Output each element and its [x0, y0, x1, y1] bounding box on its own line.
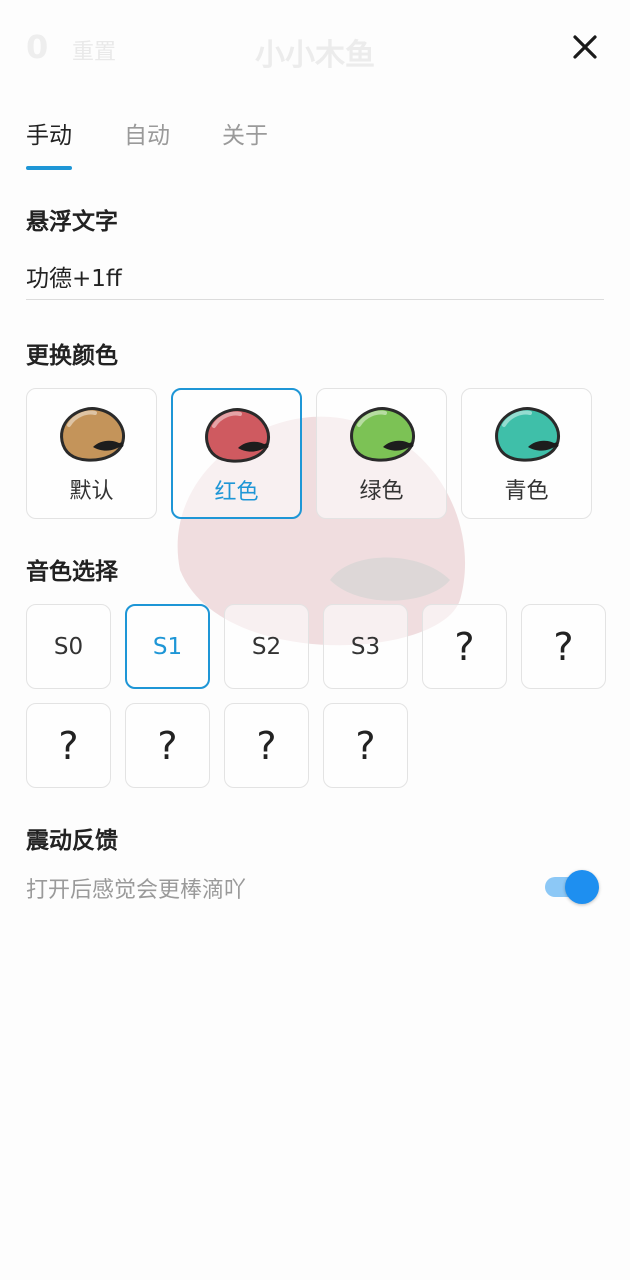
tab-about[interactable]: 关于 — [222, 116, 268, 150]
sound-option-button[interactable]: ? — [521, 604, 606, 689]
sound-options: S0 S1 S2 S3?????? — [26, 604, 616, 788]
wooden-fish-icon — [204, 408, 270, 463]
sound-option-button[interactable]: ? — [323, 703, 408, 788]
color-section-title: 更换颜色 — [26, 343, 118, 369]
sound-section-title: 音色选择 — [26, 559, 118, 585]
close-icon — [573, 35, 597, 59]
sound-option-button[interactable]: ? — [125, 703, 210, 788]
vibration-description: 打开后感觉会更棒滴吖 — [26, 878, 247, 903]
close-button[interactable] — [566, 28, 604, 66]
sound-option-button[interactable]: ? — [26, 703, 111, 788]
toggle-knob — [565, 870, 599, 904]
tab-about-label: 关于 — [222, 123, 268, 149]
sound-option-button[interactable]: S3 — [323, 604, 408, 689]
sound-option-button[interactable]: S2 — [224, 604, 309, 689]
vibration-toggle[interactable] — [545, 869, 599, 905]
settings-panel: 0 重置 小小木鱼 手动 自动 关于 悬浮文字 更换颜色 默认 红色 绿色 青色 音色… — [0, 0, 630, 1280]
color-option-label: 默认 — [69, 479, 114, 504]
color-option-label: 红色 — [214, 480, 259, 505]
sound-option-button[interactable]: ? — [224, 703, 309, 788]
sound-option-button[interactable]: S0 — [26, 604, 111, 689]
float-text-input[interactable] — [26, 252, 604, 300]
color-option-label: 绿色 — [359, 479, 404, 504]
color-option-card[interactable]: 默认 — [26, 388, 157, 519]
tab-auto[interactable]: 自动 — [124, 116, 170, 150]
wooden-fish-icon — [494, 407, 560, 462]
float-text-title: 悬浮文字 — [26, 209, 118, 235]
wooden-fish-icon — [349, 407, 415, 462]
background-counter: 0 — [26, 28, 49, 66]
vibration-title: 震动反馈 — [26, 828, 118, 854]
tab-active-indicator — [26, 166, 72, 170]
tab-auto-label: 自动 — [124, 123, 170, 149]
tab-manual-label: 手动 — [26, 123, 72, 149]
color-option-card[interactable]: 红色 — [171, 388, 302, 519]
color-options: 默认 红色 绿色 青色 — [26, 388, 592, 519]
color-option-card[interactable]: 青色 — [461, 388, 592, 519]
background-reset-label: 重置 — [72, 40, 117, 65]
background-app-title: 小小木鱼 — [255, 38, 375, 73]
color-option-label: 青色 — [504, 479, 549, 504]
tab-manual[interactable]: 手动 — [26, 116, 72, 170]
sound-option-button[interactable]: S1 — [125, 604, 210, 689]
sound-option-button[interactable]: ? — [422, 604, 507, 689]
color-option-card[interactable]: 绿色 — [316, 388, 447, 519]
tab-bar: 手动 自动 关于 — [26, 116, 268, 170]
wooden-fish-icon — [59, 407, 125, 462]
